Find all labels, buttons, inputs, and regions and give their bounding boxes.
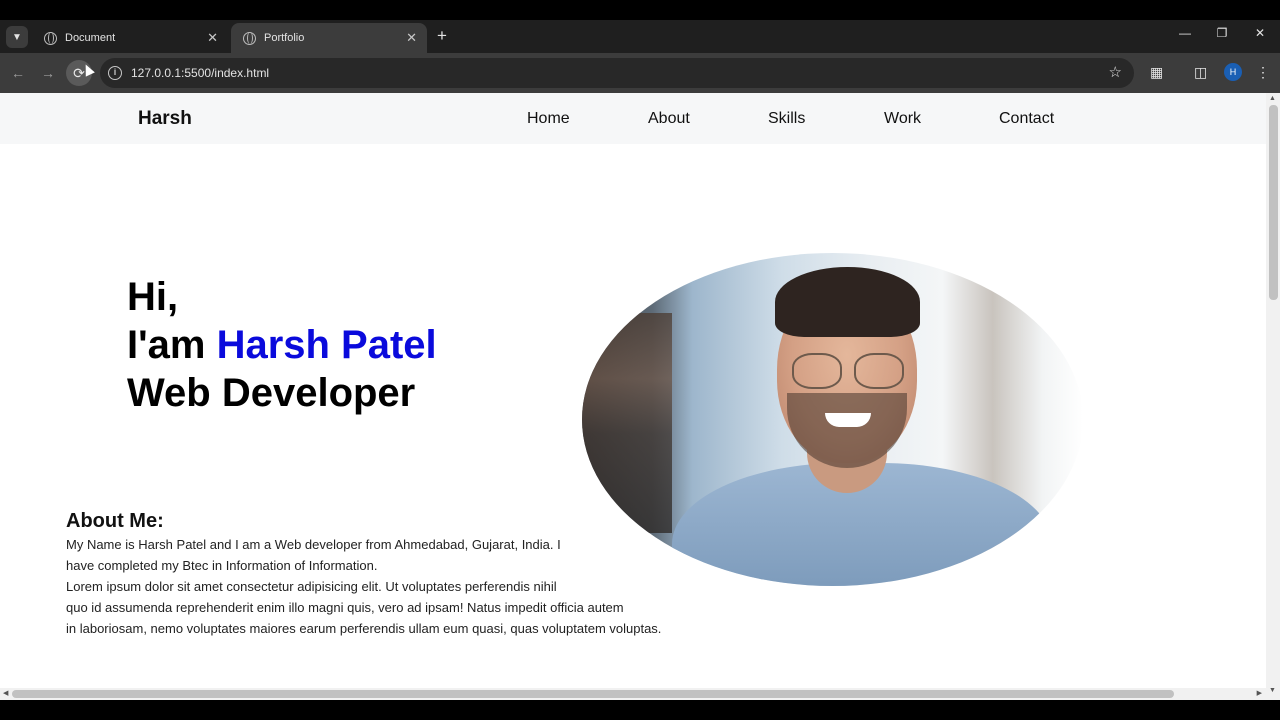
photo-background xyxy=(582,313,672,533)
browser-toolbar: ← → ⟳ i 127.0.0.1:5500/index.html ☆ ▦ ◫ … xyxy=(0,53,1280,93)
hero-greeting: Hi, xyxy=(127,275,179,319)
side-panel-icon[interactable]: ◫ xyxy=(1194,64,1207,81)
about-line: quo id assumenda reprehenderit enim illo… xyxy=(66,600,624,615)
site-navbar: Harsh Home About Skills Work Contact xyxy=(0,93,1266,144)
restore-icon[interactable]: ❐ xyxy=(1212,26,1232,40)
screen-top-border xyxy=(0,0,1280,20)
tab-portfolio[interactable]: Portfolio ✕ xyxy=(231,23,427,53)
address-bar[interactable]: i 127.0.0.1:5500/index.html ☆ xyxy=(100,58,1134,88)
hero-name: Harsh Patel xyxy=(216,323,437,367)
about-text: My Name is Harsh Patel and I am a Web de… xyxy=(66,534,706,639)
nav-link-skills[interactable]: Skills xyxy=(768,110,805,128)
page-viewport: Harsh Home About Skills Work Contact Hi,… xyxy=(0,93,1280,700)
url-text[interactable]: 127.0.0.1:5500/index.html xyxy=(131,66,269,80)
info-icon[interactable]: i xyxy=(108,66,122,80)
about-line: in laboriosam, nemo voluptates maiores e… xyxy=(66,621,662,636)
nav-link-about[interactable]: About xyxy=(648,110,690,128)
scroll-down-icon[interactable]: ▼ xyxy=(1269,687,1276,694)
scroll-left-icon[interactable]: ◀ xyxy=(3,689,8,697)
vertical-scroll-thumb[interactable] xyxy=(1269,105,1278,300)
about-line: have completed my Btec in Information of… xyxy=(66,558,378,573)
more-vertical-icon[interactable]: ⋮ xyxy=(1256,64,1270,81)
nav-link-home[interactable]: Home xyxy=(527,110,570,128)
scroll-up-icon[interactable]: ▲ xyxy=(1269,95,1276,102)
horizontal-scroll-thumb[interactable] xyxy=(12,690,1174,698)
photo-glasses xyxy=(792,353,904,389)
globe-icon xyxy=(243,31,256,45)
photo-hair xyxy=(775,267,920,337)
tab-strip: ▼ Document ✕ Portfolio ✕ + — ❐ ✕ xyxy=(0,20,1280,53)
avatar[interactable]: H xyxy=(1224,63,1242,81)
minimize-icon[interactable]: — xyxy=(1175,26,1195,40)
close-window-icon[interactable]: ✕ xyxy=(1250,26,1270,40)
about-line: Lorem ipsum dolor sit amet consectetur a… xyxy=(66,579,557,594)
plus-icon[interactable]: + xyxy=(432,26,452,46)
nav-link-work[interactable]: Work xyxy=(884,110,921,128)
star-icon[interactable]: ☆ xyxy=(1109,63,1122,81)
globe-icon xyxy=(44,31,57,45)
arrow-right-icon[interactable]: → xyxy=(37,62,59,84)
hero-intro-prefix: I'am xyxy=(127,323,217,367)
close-icon[interactable]: ✕ xyxy=(406,30,417,46)
screen-bottom-border xyxy=(0,700,1280,720)
horizontal-scrollbar[interactable]: ◀ ▶ xyxy=(0,688,1266,700)
vertical-scrollbar[interactable]: ▲ ▼ xyxy=(1266,93,1280,700)
photo-beard xyxy=(787,393,907,468)
puzzle-icon[interactable]: ▦ xyxy=(1150,64,1163,81)
tab-document[interactable]: Document ✕ xyxy=(32,23,228,53)
photo-smile xyxy=(825,413,871,427)
hero-intro: I'am Harsh Patel xyxy=(127,321,437,369)
arrow-left-icon[interactable]: ← xyxy=(7,62,29,84)
chevron-down-icon[interactable]: ▼ xyxy=(6,26,28,48)
site-logo[interactable]: Harsh xyxy=(138,108,192,130)
hero-heading: Hi, I'am Harsh Patel Web Developer xyxy=(127,273,437,417)
tab-title: Document xyxy=(65,32,116,44)
scroll-right-icon[interactable]: ▶ xyxy=(1257,689,1262,697)
nav-link-contact[interactable]: Contact xyxy=(999,110,1054,128)
close-icon[interactable]: ✕ xyxy=(207,30,218,46)
browser-window: ▼ Document ✕ Portfolio ✕ + — ❐ ✕ ← → ⟳ i… xyxy=(0,20,1280,700)
about-line: My Name is Harsh Patel and I am a Web de… xyxy=(66,537,561,552)
hero-role: Web Developer xyxy=(127,371,416,415)
about-heading: About Me: xyxy=(66,510,164,532)
tab-title: Portfolio xyxy=(264,32,305,44)
